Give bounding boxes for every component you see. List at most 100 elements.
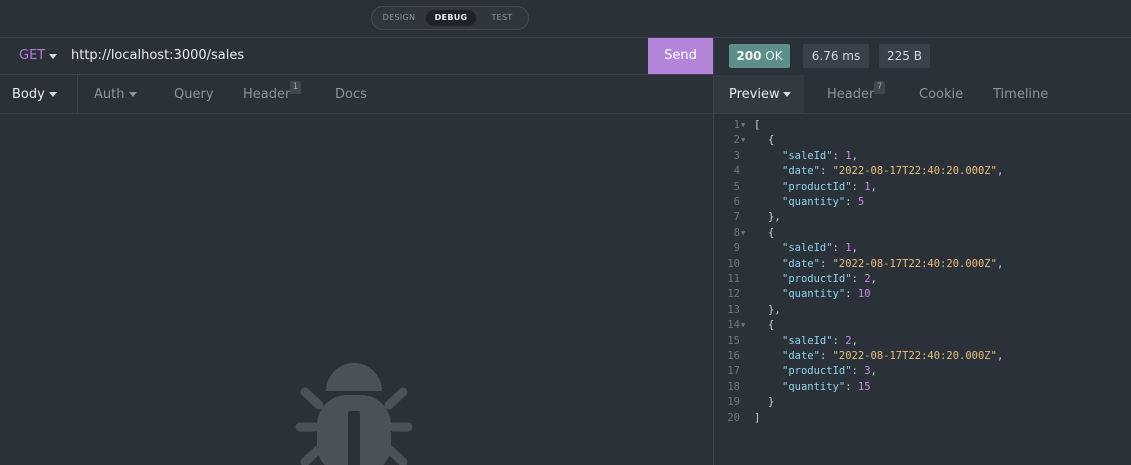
chevron-down-icon[interactable] [49,92,57,97]
code-text: } [768,396,775,409]
response-time-badge: 6.76 ms [803,44,869,68]
code-text: ] [754,411,761,424]
chevron-down-icon[interactable] [783,92,791,97]
line-number: 11 [727,273,740,285]
code-text: "date": "2022-08-17T22:40:20.000Z", [782,165,1004,178]
tab-divider [77,75,78,113]
status-text: OK [765,49,783,63]
json-value: "2022-08-17T22:40:20.000Z" [832,257,997,270]
code-text: }, [768,211,781,224]
tab-header[interactable]: Header [243,87,290,102]
json-key: "date" [782,165,820,178]
send-button[interactable]: Send [648,38,713,74]
line-number: 18 [727,380,740,393]
fold-arrow-icon[interactable]: ▼ [741,133,745,148]
code-text: [ [754,119,761,131]
json-key: "date" [782,257,820,270]
request-tabs: Body Auth Query Header 1 Docs [0,75,713,114]
json-value: 5 [857,196,865,208]
line-number: 7 [733,211,740,224]
tab-timeline[interactable]: Timeline [993,87,1048,102]
tab-response-header[interactable]: Header [827,87,874,102]
code-text: "quantity": 10 [782,288,871,301]
response-size-badge: 225 B [879,44,930,68]
tab-body[interactable]: Body [12,87,45,102]
json-key: "saleId" [782,242,833,255]
json-value: 15 [857,380,871,393]
fold-arrow-icon[interactable]: ▼ [741,318,745,333]
line-number: 5 [733,180,740,193]
response-tabs: Preview Header 7 Cookie Timeline [714,75,1131,114]
line-number: 19 [727,396,740,409]
json-key: "productId" [782,365,852,378]
mode-design-tab[interactable]: DESIGN [376,10,422,26]
tab-query[interactable]: Query [174,87,214,102]
mode-test-tab[interactable]: TEST [479,10,525,26]
header-count-badge: 1 [290,81,301,94]
line-number: 13 [727,303,740,316]
line-number: 1 [733,119,740,131]
code-text: "productId": 3, [782,365,877,378]
line-number: 14 [727,319,740,332]
bug-icon [295,363,413,465]
status-badge: 200 OK [729,44,790,68]
line-number: 17 [727,365,740,378]
json-key: "saleId" [782,149,833,162]
code-text: { [768,134,775,147]
code-text: }, [768,303,781,316]
tab-preview[interactable]: Preview [729,87,780,102]
top-bar: DESIGN DEBUG TEST [0,0,1131,38]
tab-auth[interactable]: Auth [94,87,124,102]
url-bar: GET http://localhost:3000/sales Send [0,38,713,75]
tab-docs[interactable]: Docs [335,87,367,102]
line-number: 8 [733,226,740,239]
code-text: "date": "2022-08-17T22:40:20.000Z", [782,350,1004,362]
json-key: "quantity" [782,196,846,208]
line-number: 9 [733,242,740,255]
code-text: "saleId": 1, [782,242,858,255]
line-number: 6 [733,196,740,208]
code-text: "saleId": 2, [782,334,858,347]
code-text: "saleId": 1, [782,149,858,162]
url-input[interactable]: http://localhost:3000/sales [71,48,244,63]
line-number: 3 [733,149,740,162]
json-key: "date" [782,350,820,362]
code-text: "quantity": 5 [782,196,865,208]
json-value: 1 [845,149,852,162]
fold-arrow-icon[interactable]: ▼ [741,226,745,241]
line-number: 12 [727,288,740,301]
response-header-count-badge: 7 [874,81,885,94]
fold-arrow-icon[interactable]: ▼ [741,118,745,133]
line-number: 15 [727,334,740,347]
code-text: { [768,319,775,332]
json-value: "2022-08-17T22:40:20.000Z" [832,350,997,362]
method-selector[interactable]: GET [19,48,45,63]
json-value: 2 [845,334,852,347]
line-number: 20 [727,411,740,424]
code-text: "productId": 1, [782,180,877,193]
json-key: "productId" [782,273,852,285]
mode-debug-tab[interactable]: DEBUG [426,10,476,26]
code-text: "productId": 2, [782,273,877,285]
json-value: 3 [864,365,871,378]
code-text: "quantity": 15 [782,380,871,393]
chevron-down-icon[interactable] [129,92,137,97]
line-number: 16 [727,350,740,362]
json-value: 1 [864,180,871,193]
code-text: "date": "2022-08-17T22:40:20.000Z", [782,257,1004,270]
json-key: "quantity" [782,380,846,393]
line-number: 2 [733,134,740,147]
code-text: { [768,226,775,239]
json-key: "saleId" [782,334,833,347]
json-value: "2022-08-17T22:40:20.000Z" [832,165,997,178]
json-key: "productId" [782,180,852,193]
response-pane: 200 OK 6.76 ms 225 B Preview Header 7 Co… [714,38,1131,465]
json-value: 2 [864,273,871,285]
tab-cookie[interactable]: Cookie [919,87,963,102]
mode-switcher: DESIGN DEBUG TEST [371,6,529,30]
chevron-down-icon[interactable] [49,54,57,59]
json-key: "quantity" [782,288,846,301]
json-value: 1 [845,242,852,255]
status-code: 200 [736,49,762,63]
line-number: 4 [733,165,740,178]
